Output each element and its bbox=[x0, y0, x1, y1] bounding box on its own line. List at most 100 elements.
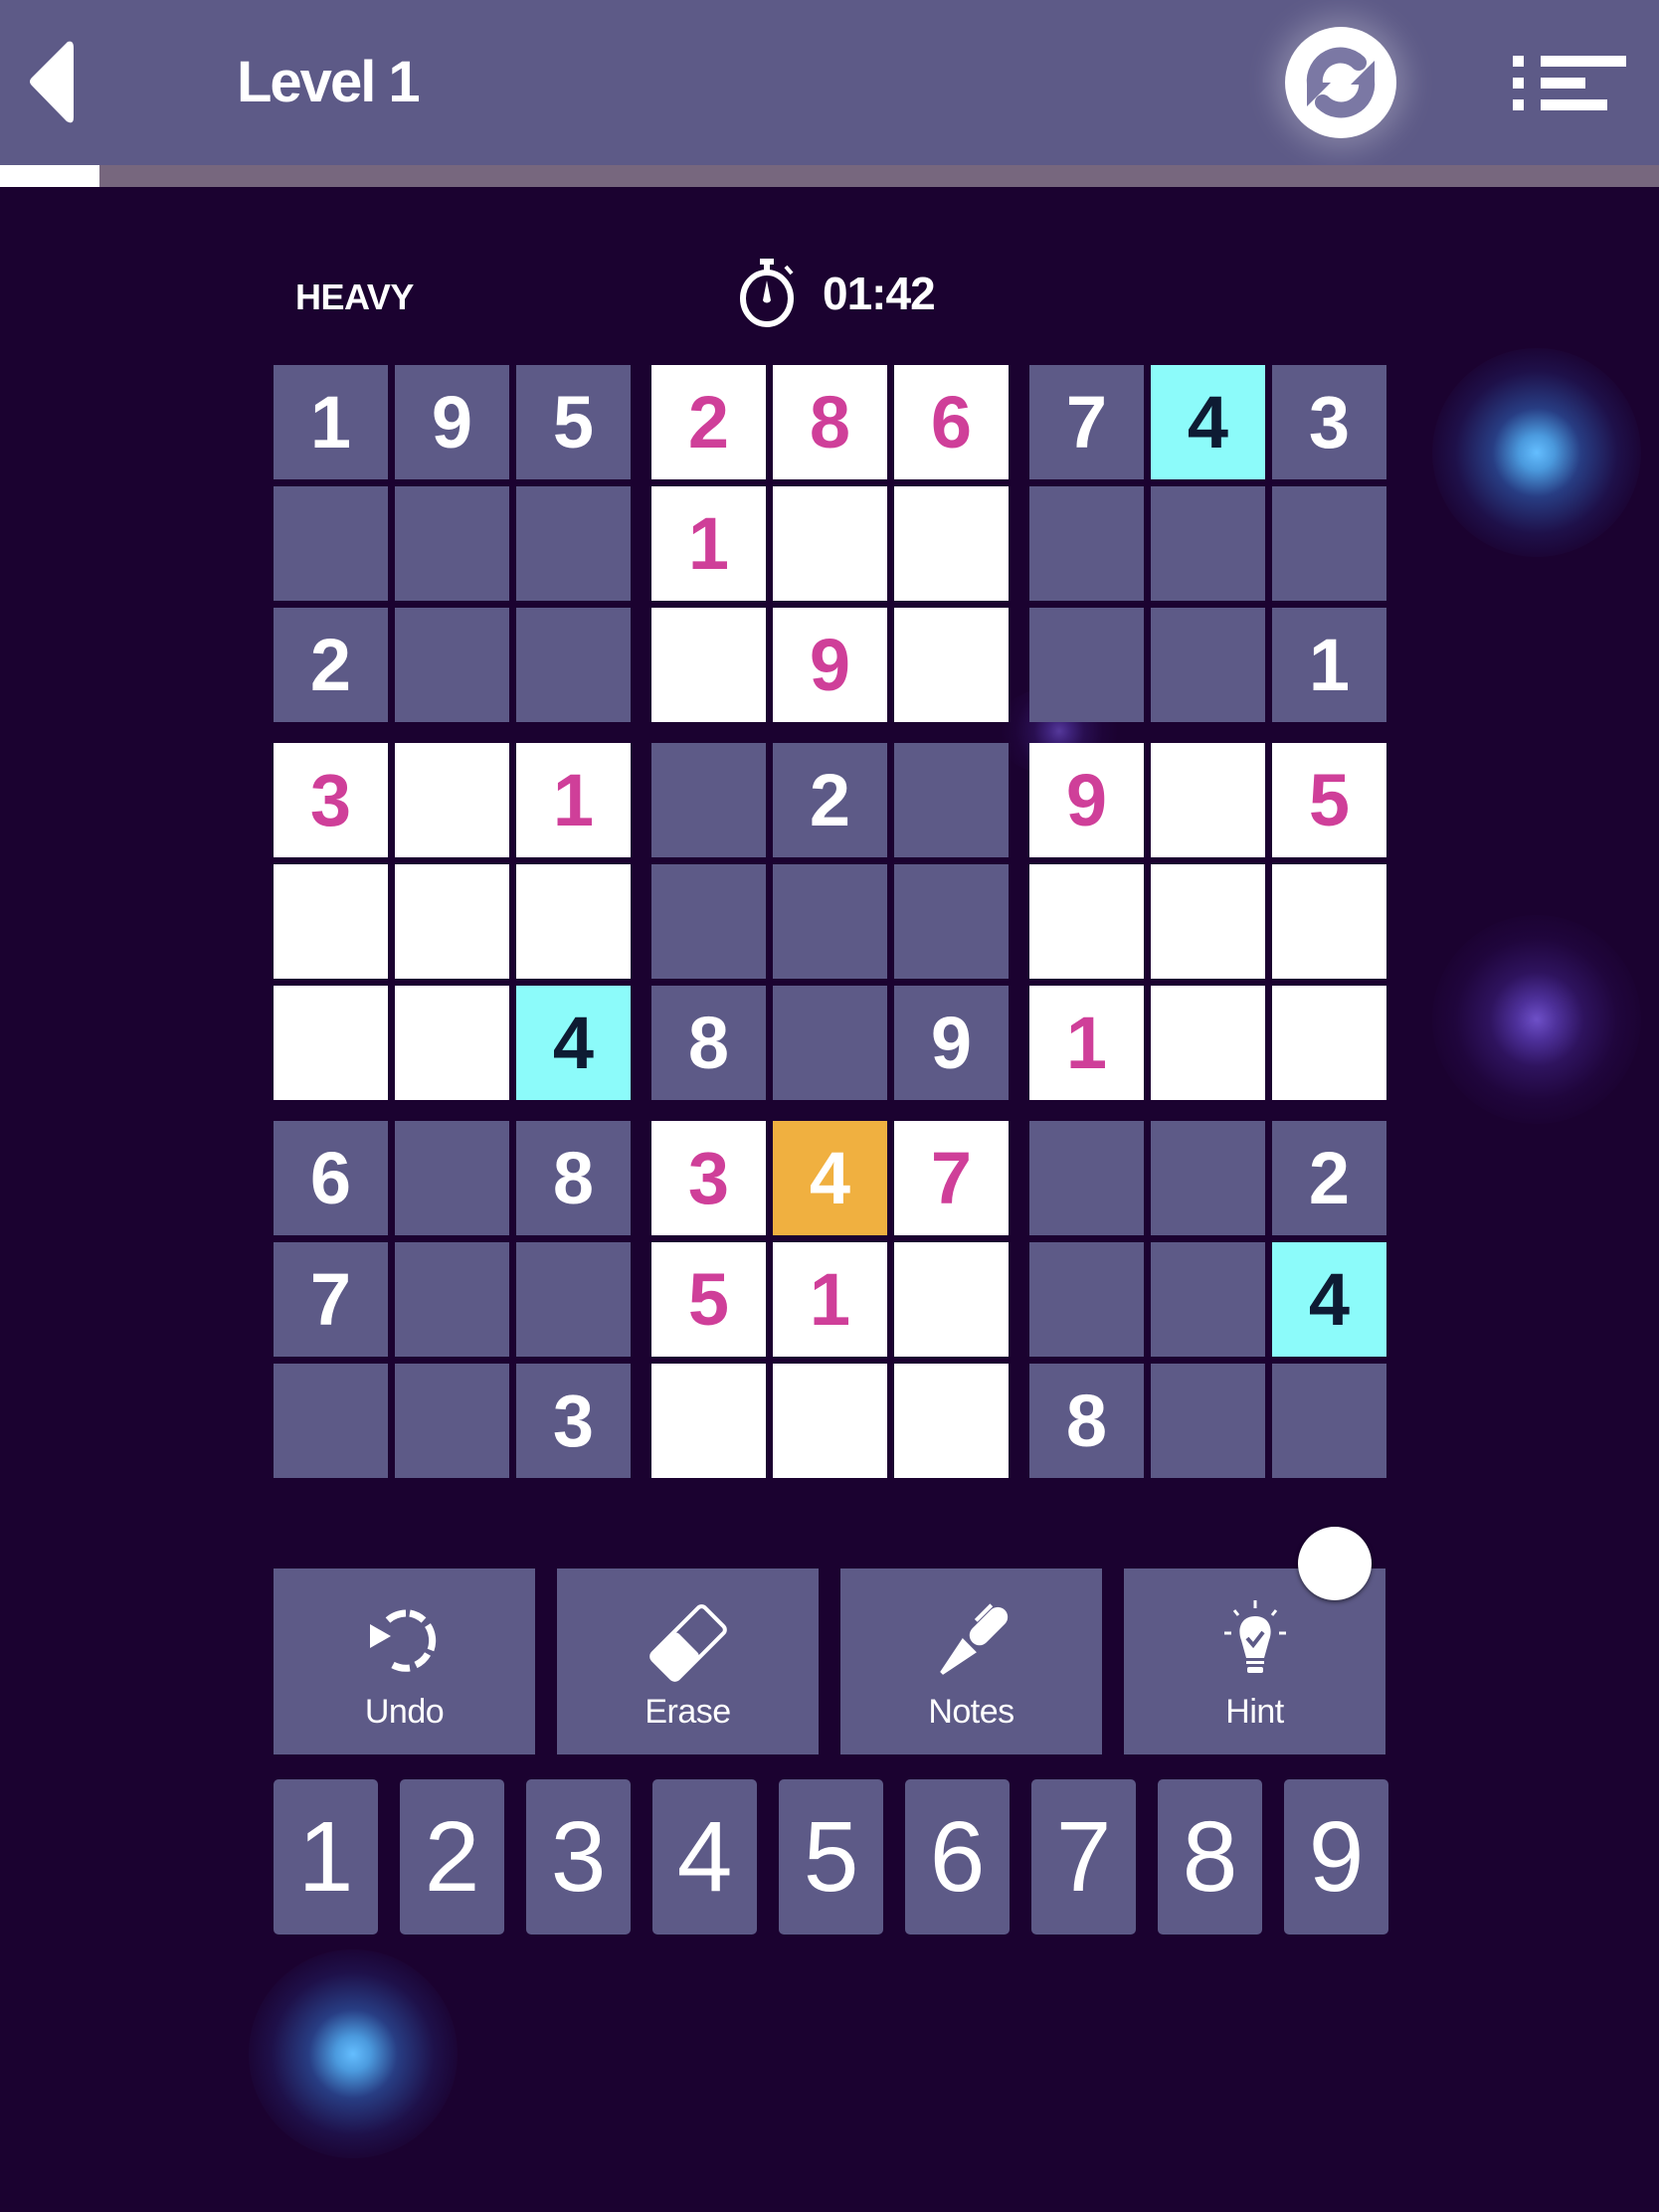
board-cell-r1c5[interactable]: 8 bbox=[773, 365, 887, 479]
board-cell-r5c2[interactable] bbox=[395, 864, 509, 979]
board-cell-r7c9[interactable]: 2 bbox=[1272, 1121, 1386, 1235]
board-cell-r5c4[interactable] bbox=[651, 864, 766, 979]
board-cell-r6c8[interactable] bbox=[1151, 986, 1265, 1100]
board-cell-r2c6[interactable] bbox=[894, 486, 1009, 601]
notes-button[interactable]: Notes bbox=[840, 1568, 1102, 1754]
board-cell-r4c6[interactable] bbox=[894, 743, 1009, 857]
board-cell-r9c8[interactable] bbox=[1151, 1364, 1265, 1478]
board-cell-r9c4[interactable] bbox=[651, 1364, 766, 1478]
board-cell-r4c9[interactable]: 5 bbox=[1272, 743, 1386, 857]
board-cell-r4c7[interactable]: 9 bbox=[1029, 743, 1144, 857]
board-cell-r1c7[interactable]: 7 bbox=[1029, 365, 1144, 479]
sudoku-board: 1952867431291312954891683472751438 bbox=[274, 365, 1386, 1478]
board-cell-r2c1[interactable] bbox=[274, 486, 388, 601]
board-cell-r2c9[interactable] bbox=[1272, 486, 1386, 601]
board-cell-r8c4[interactable]: 5 bbox=[651, 1242, 766, 1357]
board-cell-r7c1[interactable]: 6 bbox=[274, 1121, 388, 1235]
restart-button[interactable] bbox=[1285, 27, 1396, 138]
number-key-6[interactable]: 6 bbox=[905, 1779, 1010, 1935]
board-cell-r4c2[interactable] bbox=[395, 743, 509, 857]
board-cell-r9c3[interactable]: 3 bbox=[516, 1364, 631, 1478]
board-cell-r3c4[interactable] bbox=[651, 608, 766, 722]
board-cell-r7c3[interactable]: 8 bbox=[516, 1121, 631, 1235]
notes-label: Notes bbox=[928, 1693, 1014, 1731]
board-cell-r3c9[interactable]: 1 bbox=[1272, 608, 1386, 722]
board-cell-r7c7[interactable] bbox=[1029, 1121, 1144, 1235]
board-cell-r3c7[interactable] bbox=[1029, 608, 1144, 722]
level-progress-fill bbox=[0, 165, 100, 187]
number-key-3[interactable]: 3 bbox=[526, 1779, 631, 1935]
board-cell-r2c8[interactable] bbox=[1151, 486, 1265, 601]
board-cell-r8c6[interactable] bbox=[894, 1242, 1009, 1357]
board-cell-r9c7[interactable]: 8 bbox=[1029, 1364, 1144, 1478]
board-cell-r3c6[interactable] bbox=[894, 608, 1009, 722]
board-cell-r5c3[interactable] bbox=[516, 864, 631, 979]
board-cell-r7c6[interactable]: 7 bbox=[894, 1121, 1009, 1235]
number-key-8[interactable]: 8 bbox=[1158, 1779, 1262, 1935]
board-cell-r7c8[interactable] bbox=[1151, 1121, 1265, 1235]
board-cell-r9c9[interactable] bbox=[1272, 1364, 1386, 1478]
board-cell-r9c5[interactable] bbox=[773, 1364, 887, 1478]
board-cell-r6c3[interactable]: 4 bbox=[516, 986, 631, 1100]
number-key-5[interactable]: 5 bbox=[779, 1779, 883, 1935]
board-cell-r1c4[interactable]: 2 bbox=[651, 365, 766, 479]
board-cell-r2c5[interactable] bbox=[773, 486, 887, 601]
board-cell-r8c3[interactable] bbox=[516, 1242, 631, 1357]
back-button[interactable] bbox=[20, 38, 90, 127]
board-cell-r6c7[interactable]: 1 bbox=[1029, 986, 1144, 1100]
board-cell-r8c2[interactable] bbox=[395, 1242, 509, 1357]
board-cell-r5c7[interactable] bbox=[1029, 864, 1144, 979]
board-cell-r7c4[interactable]: 3 bbox=[651, 1121, 766, 1235]
board-cell-r9c2[interactable] bbox=[395, 1364, 509, 1478]
board-cell-r4c5[interactable]: 2 bbox=[773, 743, 887, 857]
undo-button[interactable]: Undo bbox=[274, 1568, 535, 1754]
board-cell-r6c4[interactable]: 8 bbox=[651, 986, 766, 1100]
board-cell-r7c5[interactable]: 4 bbox=[773, 1121, 887, 1235]
board-cell-r8c7[interactable] bbox=[1029, 1242, 1144, 1357]
board-cell-r1c1[interactable]: 1 bbox=[274, 365, 388, 479]
board-cell-r2c7[interactable] bbox=[1029, 486, 1144, 601]
board-cell-r5c8[interactable] bbox=[1151, 864, 1265, 979]
number-key-9[interactable]: 9 bbox=[1284, 1779, 1388, 1935]
board-cell-r8c8[interactable] bbox=[1151, 1242, 1265, 1357]
board-cell-r3c1[interactable]: 2 bbox=[274, 608, 388, 722]
board-cell-r3c3[interactable] bbox=[516, 608, 631, 722]
board-cell-r5c6[interactable] bbox=[894, 864, 1009, 979]
board-cell-r6c9[interactable] bbox=[1272, 986, 1386, 1100]
board-cell-r4c4[interactable] bbox=[651, 743, 766, 857]
board-cell-r7c2[interactable] bbox=[395, 1121, 509, 1235]
board-cell-r4c3[interactable]: 1 bbox=[516, 743, 631, 857]
board-cell-r8c1[interactable]: 7 bbox=[274, 1242, 388, 1357]
board-cell-r3c8[interactable] bbox=[1151, 608, 1265, 722]
glow-orb bbox=[249, 1949, 458, 2158]
board-cell-r6c6[interactable]: 9 bbox=[894, 986, 1009, 1100]
menu-button[interactable] bbox=[1507, 52, 1630, 111]
board-cell-r1c8[interactable]: 4 bbox=[1151, 365, 1265, 479]
board-cell-r6c5[interactable] bbox=[773, 986, 887, 1100]
board-cell-r8c9[interactable]: 4 bbox=[1272, 1242, 1386, 1357]
board-cell-r9c6[interactable] bbox=[894, 1364, 1009, 1478]
number-key-7[interactable]: 7 bbox=[1031, 1779, 1136, 1935]
board-cell-r1c9[interactable]: 3 bbox=[1272, 365, 1386, 479]
board-cell-r2c4[interactable]: 1 bbox=[651, 486, 766, 601]
erase-button[interactable]: Erase bbox=[557, 1568, 819, 1754]
board-cell-r6c2[interactable] bbox=[395, 986, 509, 1100]
board-cell-r6c1[interactable] bbox=[274, 986, 388, 1100]
board-cell-r1c2[interactable]: 9 bbox=[395, 365, 509, 479]
number-key-4[interactable]: 4 bbox=[652, 1779, 757, 1935]
board-cell-r4c1[interactable]: 3 bbox=[274, 743, 388, 857]
board-cell-r3c5[interactable]: 9 bbox=[773, 608, 887, 722]
number-key-2[interactable]: 2 bbox=[400, 1779, 504, 1935]
board-cell-r1c3[interactable]: 5 bbox=[516, 365, 631, 479]
number-key-1[interactable]: 1 bbox=[274, 1779, 378, 1935]
board-cell-r2c3[interactable] bbox=[516, 486, 631, 601]
board-cell-r5c5[interactable] bbox=[773, 864, 887, 979]
board-cell-r8c5[interactable]: 1 bbox=[773, 1242, 887, 1357]
board-cell-r2c2[interactable] bbox=[395, 486, 509, 601]
board-cell-r4c8[interactable] bbox=[1151, 743, 1265, 857]
board-cell-r3c2[interactable] bbox=[395, 608, 509, 722]
board-cell-r5c9[interactable] bbox=[1272, 864, 1386, 979]
board-cell-r9c1[interactable] bbox=[274, 1364, 388, 1478]
board-cell-r1c6[interactable]: 6 bbox=[894, 365, 1009, 479]
board-cell-r5c1[interactable] bbox=[274, 864, 388, 979]
